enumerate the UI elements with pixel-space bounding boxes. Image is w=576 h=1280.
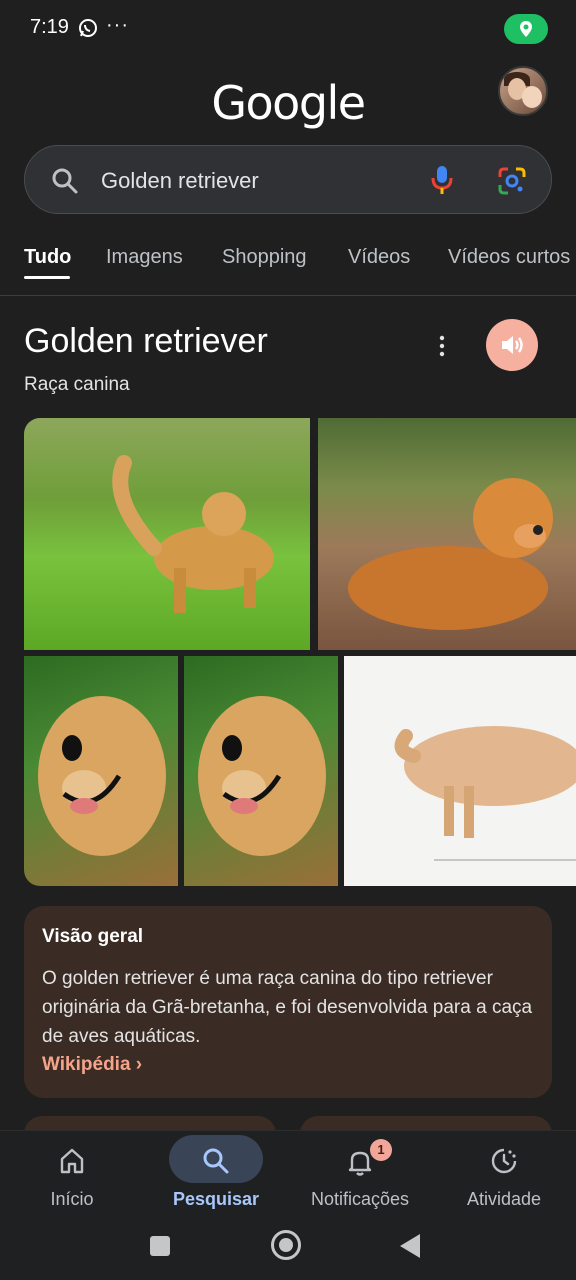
google-logo: Google	[211, 76, 366, 130]
overview-heading: Visão geral	[42, 926, 144, 947]
tab-imagens[interactable]: Imagens	[106, 246, 183, 269]
overview-description: O golden retriever é uma raça canina do …	[42, 968, 533, 1047]
nav-inicio[interactable]: Início	[0, 1131, 144, 1227]
image-golden-lying[interactable]	[318, 418, 576, 650]
avatar[interactable]	[498, 66, 548, 116]
nav-notificacoes[interactable]: 1 Notificações	[288, 1131, 432, 1227]
whatsapp-icon	[78, 18, 98, 38]
knowledge-title: Golden retriever	[24, 322, 268, 360]
activity-icon	[488, 1145, 520, 1177]
status-time: 7:19	[30, 16, 69, 38]
image-golden-portrait-2[interactable]	[184, 656, 338, 886]
knowledge-subtitle: Raça canina	[24, 374, 130, 395]
search-tabs: Tudo Imagens Shopping Vídeos Vídeos curt…	[0, 240, 576, 296]
tab-shopping[interactable]: Shopping	[222, 246, 307, 269]
status-bar: 7:19 ···	[0, 0, 576, 58]
nav-label: Atividade	[466, 1189, 542, 1209]
search-input[interactable]: Golden retriever	[101, 168, 259, 194]
speaker-icon	[502, 336, 523, 354]
location-indicator	[504, 14, 548, 44]
image-golden-running[interactable]	[24, 418, 310, 650]
wikipedia-link[interactable]: Wikipédia ›	[42, 1054, 142, 1076]
more-notifications-icon: ···	[106, 14, 129, 36]
lens-icon[interactable]	[497, 166, 527, 201]
search-icon	[200, 1145, 232, 1177]
pronounce-button[interactable]	[486, 319, 538, 371]
overview-card: Visão geral O golden retriever é uma raç…	[24, 906, 552, 1098]
bottom-navigation: Início Pesquisar 1 Notificações Atividad…	[0, 1130, 576, 1226]
more-options-icon[interactable]	[434, 334, 450, 358]
nav-label: Notificações	[310, 1189, 410, 1209]
notification-badge: 1	[370, 1139, 392, 1161]
tab-tudo[interactable]: Tudo	[24, 246, 71, 269]
image-golden-sketch[interactable]	[344, 656, 576, 886]
recents-button[interactable]	[150, 1236, 170, 1256]
mic-icon[interactable]	[429, 164, 455, 201]
home-button[interactable]	[271, 1230, 301, 1260]
nav-label: Pesquisar	[172, 1189, 260, 1209]
tab-videos[interactable]: Vídeos	[348, 246, 410, 269]
active-tab-indicator	[24, 276, 70, 279]
system-navigation-bar	[0, 1226, 576, 1280]
search-icon	[51, 167, 79, 200]
search-box[interactable]: Golden retriever	[24, 145, 552, 214]
nav-pesquisar[interactable]: Pesquisar	[144, 1131, 288, 1227]
nav-atividade[interactable]: Atividade	[432, 1131, 576, 1227]
tab-videos-curtos[interactable]: Vídeos curtos	[448, 246, 570, 269]
home-icon	[56, 1145, 88, 1177]
image-golden-portrait-1[interactable]	[24, 656, 178, 886]
back-button[interactable]	[400, 1234, 420, 1258]
nav-label: Início	[50, 1189, 94, 1209]
